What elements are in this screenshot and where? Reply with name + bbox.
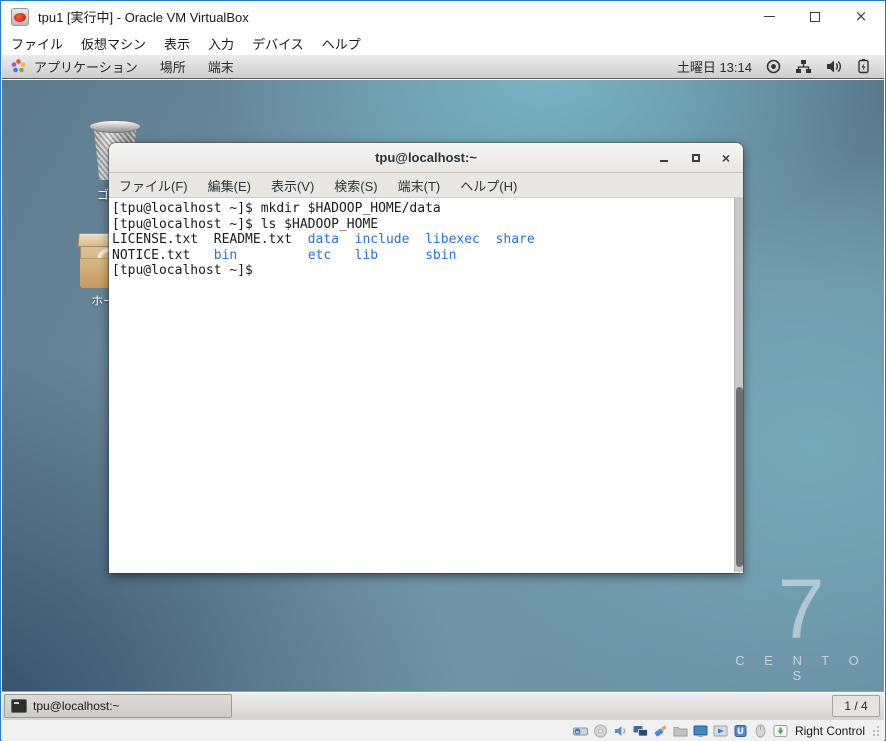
terminal-minimize-icon: [660, 160, 668, 162]
vbox-menu-view[interactable]: 表示: [164, 34, 190, 53]
recording-icon[interactable]: [712, 723, 729, 739]
features-chip-icon[interactable]: U: [732, 723, 749, 739]
virtualbox-window: tpu1 [実行中] - Oracle VM VirtualBox × ファイル…: [0, 0, 886, 741]
terminal-menu-label: 端末: [208, 57, 234, 76]
centos-watermark-number: 7: [726, 567, 876, 651]
maximize-button[interactable]: [792, 2, 838, 31]
panel-menus: アプリケーション 場所 端末: [2, 57, 234, 76]
terminal-menu-help[interactable]: ヘルプ(H): [460, 176, 517, 195]
centos-watermark-name: C E N T O S: [726, 653, 876, 683]
maximize-icon: [810, 12, 820, 22]
optical-disc-icon[interactable]: [592, 723, 609, 739]
terminal-minimize-button[interactable]: [649, 143, 679, 173]
terminal-menu-edit[interactable]: 編集(E): [208, 176, 251, 195]
mouse-icon[interactable]: [752, 723, 769, 739]
vbox-window-title: tpu1 [実行中] - Oracle VM VirtualBox: [38, 7, 249, 26]
network-adapters-icon[interactable]: [632, 723, 649, 739]
host-key-label: Right Control: [795, 724, 865, 738]
terminal-maximize-button[interactable]: [681, 143, 711, 173]
panel-tray: 土曜日 13:14: [677, 57, 884, 76]
display-icon[interactable]: [692, 723, 709, 739]
terminal-menu-file[interactable]: ファイル(F): [119, 176, 188, 195]
workspace-indicator-label: 1 / 4: [844, 699, 867, 713]
taskbar-terminal-icon: [11, 699, 27, 713]
vm-app-icon: [11, 8, 29, 26]
hard-disk-icon[interactable]: [572, 723, 589, 739]
terminal-scrollbar[interactable]: [734, 198, 743, 572]
terminal-window-title: tpu@localhost:~: [375, 150, 477, 165]
terminal-menu-view[interactable]: 表示(V): [271, 176, 314, 195]
terminal-maximize-icon: [692, 154, 700, 162]
shared-folders-icon[interactable]: [672, 723, 689, 739]
battery-icon[interactable]: [855, 58, 872, 75]
usb-icon[interactable]: [652, 723, 669, 739]
terminal-titlebar[interactable]: tpu@localhost:~ ×: [109, 143, 743, 173]
centos-watermark: 7 C E N T O S: [726, 567, 876, 683]
volume-icon[interactable]: [825, 58, 842, 75]
vbox-titlebar: tpu1 [実行中] - Oracle VM VirtualBox ×: [2, 2, 884, 31]
gnome-top-panel: アプリケーション 場所 端末 土曜日 13:14: [2, 55, 884, 79]
applications-menu[interactable]: アプリケーション: [10, 57, 138, 76]
places-menu-label: 場所: [160, 57, 186, 76]
minimize-button[interactable]: [746, 2, 792, 31]
terminal-screen[interactable]: [tpu@localhost ~]$ mkdir $HADOOP_HOME/da…: [109, 198, 743, 572]
vbox-menu-devices[interactable]: デバイス: [252, 34, 304, 53]
keyboard-icon[interactable]: [772, 723, 789, 739]
vbox-menu-help[interactable]: ヘルプ: [322, 34, 361, 53]
places-menu[interactable]: 場所: [160, 57, 186, 76]
terminal-menu-search[interactable]: 検索(S): [334, 176, 377, 195]
terminal-menubar: ファイル(F) 編集(E) 表示(V) 検索(S) 端末(T) ヘルプ(H): [109, 173, 743, 198]
resize-grip[interactable]: [872, 725, 880, 737]
vbox-statusbar: U Right Control: [2, 719, 884, 741]
vbox-menu-input[interactable]: 入力: [208, 34, 234, 53]
applications-icon: [10, 58, 27, 75]
taskbar-terminal-label: tpu@localhost:~: [33, 699, 120, 713]
workspace-switcher[interactable]: 1 / 4: [832, 695, 880, 717]
screen-reader-icon[interactable]: [765, 58, 782, 75]
network-icon[interactable]: [795, 58, 812, 75]
desktop[interactable]: ゴミ箱 ホーム 7 C E N T O S tpu@localhost:~ ×: [2, 80, 884, 691]
vbox-menubar: ファイル 仮想マシン 表示 入力 デバイス ヘルプ: [2, 31, 884, 55]
vbox-menu-file[interactable]: ファイル: [11, 34, 63, 53]
audio-icon[interactable]: [612, 723, 629, 739]
terminal-scrollbar-thumb[interactable]: [736, 387, 743, 567]
panel-clock[interactable]: 土曜日 13:14: [677, 57, 752, 76]
taskbar-terminal-button[interactable]: tpu@localhost:~: [4, 694, 232, 718]
terminal-window: tpu@localhost:~ × ファイル(F) 編集(E) 表示(V) 検索…: [109, 143, 743, 573]
close-button[interactable]: ×: [838, 2, 884, 31]
svg-text:U: U: [737, 727, 744, 737]
terminal-close-icon: ×: [722, 151, 730, 165]
terminal-menu[interactable]: 端末: [208, 57, 234, 76]
vbox-menu-machine[interactable]: 仮想マシン: [81, 34, 146, 53]
applications-menu-label: アプリケーション: [34, 57, 138, 76]
terminal-menu-terminal[interactable]: 端末(T): [398, 176, 441, 195]
terminal-output: [tpu@localhost ~]$ mkdir $HADOOP_HOME/da…: [109, 198, 743, 279]
close-icon: ×: [855, 9, 868, 24]
terminal-close-button[interactable]: ×: [711, 143, 741, 173]
window-list-taskbar: tpu@localhost:~ 1 / 4: [2, 691, 884, 719]
minimize-icon: [764, 16, 775, 17]
